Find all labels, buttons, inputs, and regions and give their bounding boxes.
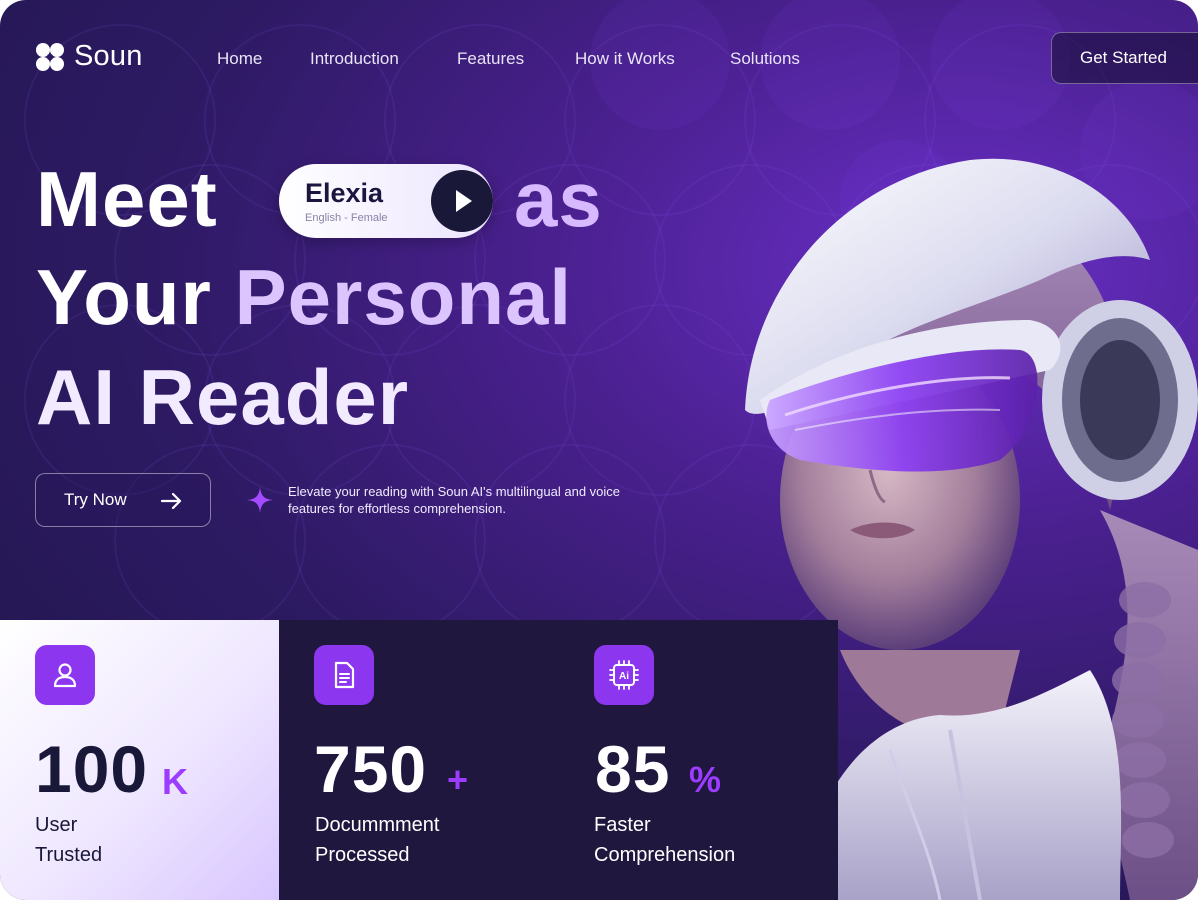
nav-introduction[interactable]: Introduction [310,49,399,69]
brand-logo[interactable]: Soun [34,40,143,73]
headline-meet: Meet [36,155,218,243]
nav-home[interactable]: Home [217,49,262,69]
play-button[interactable] [431,170,493,232]
landing-page: Soun Home Introduction Features How it W… [0,0,1198,900]
stat-speed-value: 85 [595,732,671,806]
get-started-button[interactable]: Get Started [1051,32,1198,84]
stat-users-label-line2: Trusted [35,844,103,866]
stat-speed-label: Faster Comprehension [594,810,814,870]
stat-icon-users [35,645,95,705]
stat-users-suffix: K [162,761,188,802]
user-icon [53,663,77,688]
stat-speed-label-line2: Comprehension [594,844,736,866]
stat-documents-suffix: + [447,759,469,800]
sparkle-icon [247,487,273,513]
try-now-label: Try Now [64,490,127,509]
stat-icon-documents [314,645,374,705]
clover-logo-icon [36,42,64,71]
hero-description: Elevate your reading with Soun AI's mult… [288,484,621,516]
stat-documents-value: 750 [314,732,428,806]
stat-users-label: User Trusted [35,810,255,870]
headline-as: as [514,155,603,243]
voice-name: Elexia [305,178,384,208]
stat-speed-suffix: % [689,759,722,800]
stat-icon-ai: Ai [594,645,654,705]
stat-speed-label-line1: Faster [594,814,651,836]
nav-solutions[interactable]: Solutions [730,49,800,69]
stat-documents-label-line1: Docummment [315,814,440,836]
stat-documents-label: Docummment Processed [315,810,535,870]
brand-name: Soun [74,40,143,72]
try-now-button[interactable]: Try Now [35,473,211,527]
voice-selector[interactable]: Elexia English - Female [279,164,493,238]
headline-ai-reader: AI Reader [36,353,410,441]
document-icon [334,661,355,689]
stat-documents-label-line2: Processed [315,844,410,866]
headline-your-personal: Your Personal [36,258,572,336]
nav-features[interactable]: Features [457,49,524,69]
svg-text:Ai: Ai [619,671,629,682]
voice-detail: English - Female [305,212,388,224]
nav-how-it-works[interactable]: How it Works [575,49,675,69]
stat-users-label-line1: User [35,814,78,836]
stat-users-value: 100 [35,732,149,806]
play-icon [438,177,486,225]
ai-chip-icon: Ai [609,660,639,690]
arrow-right-icon [160,492,182,510]
headline-personal: Personal [234,253,573,341]
headline-your: Your [36,253,212,341]
